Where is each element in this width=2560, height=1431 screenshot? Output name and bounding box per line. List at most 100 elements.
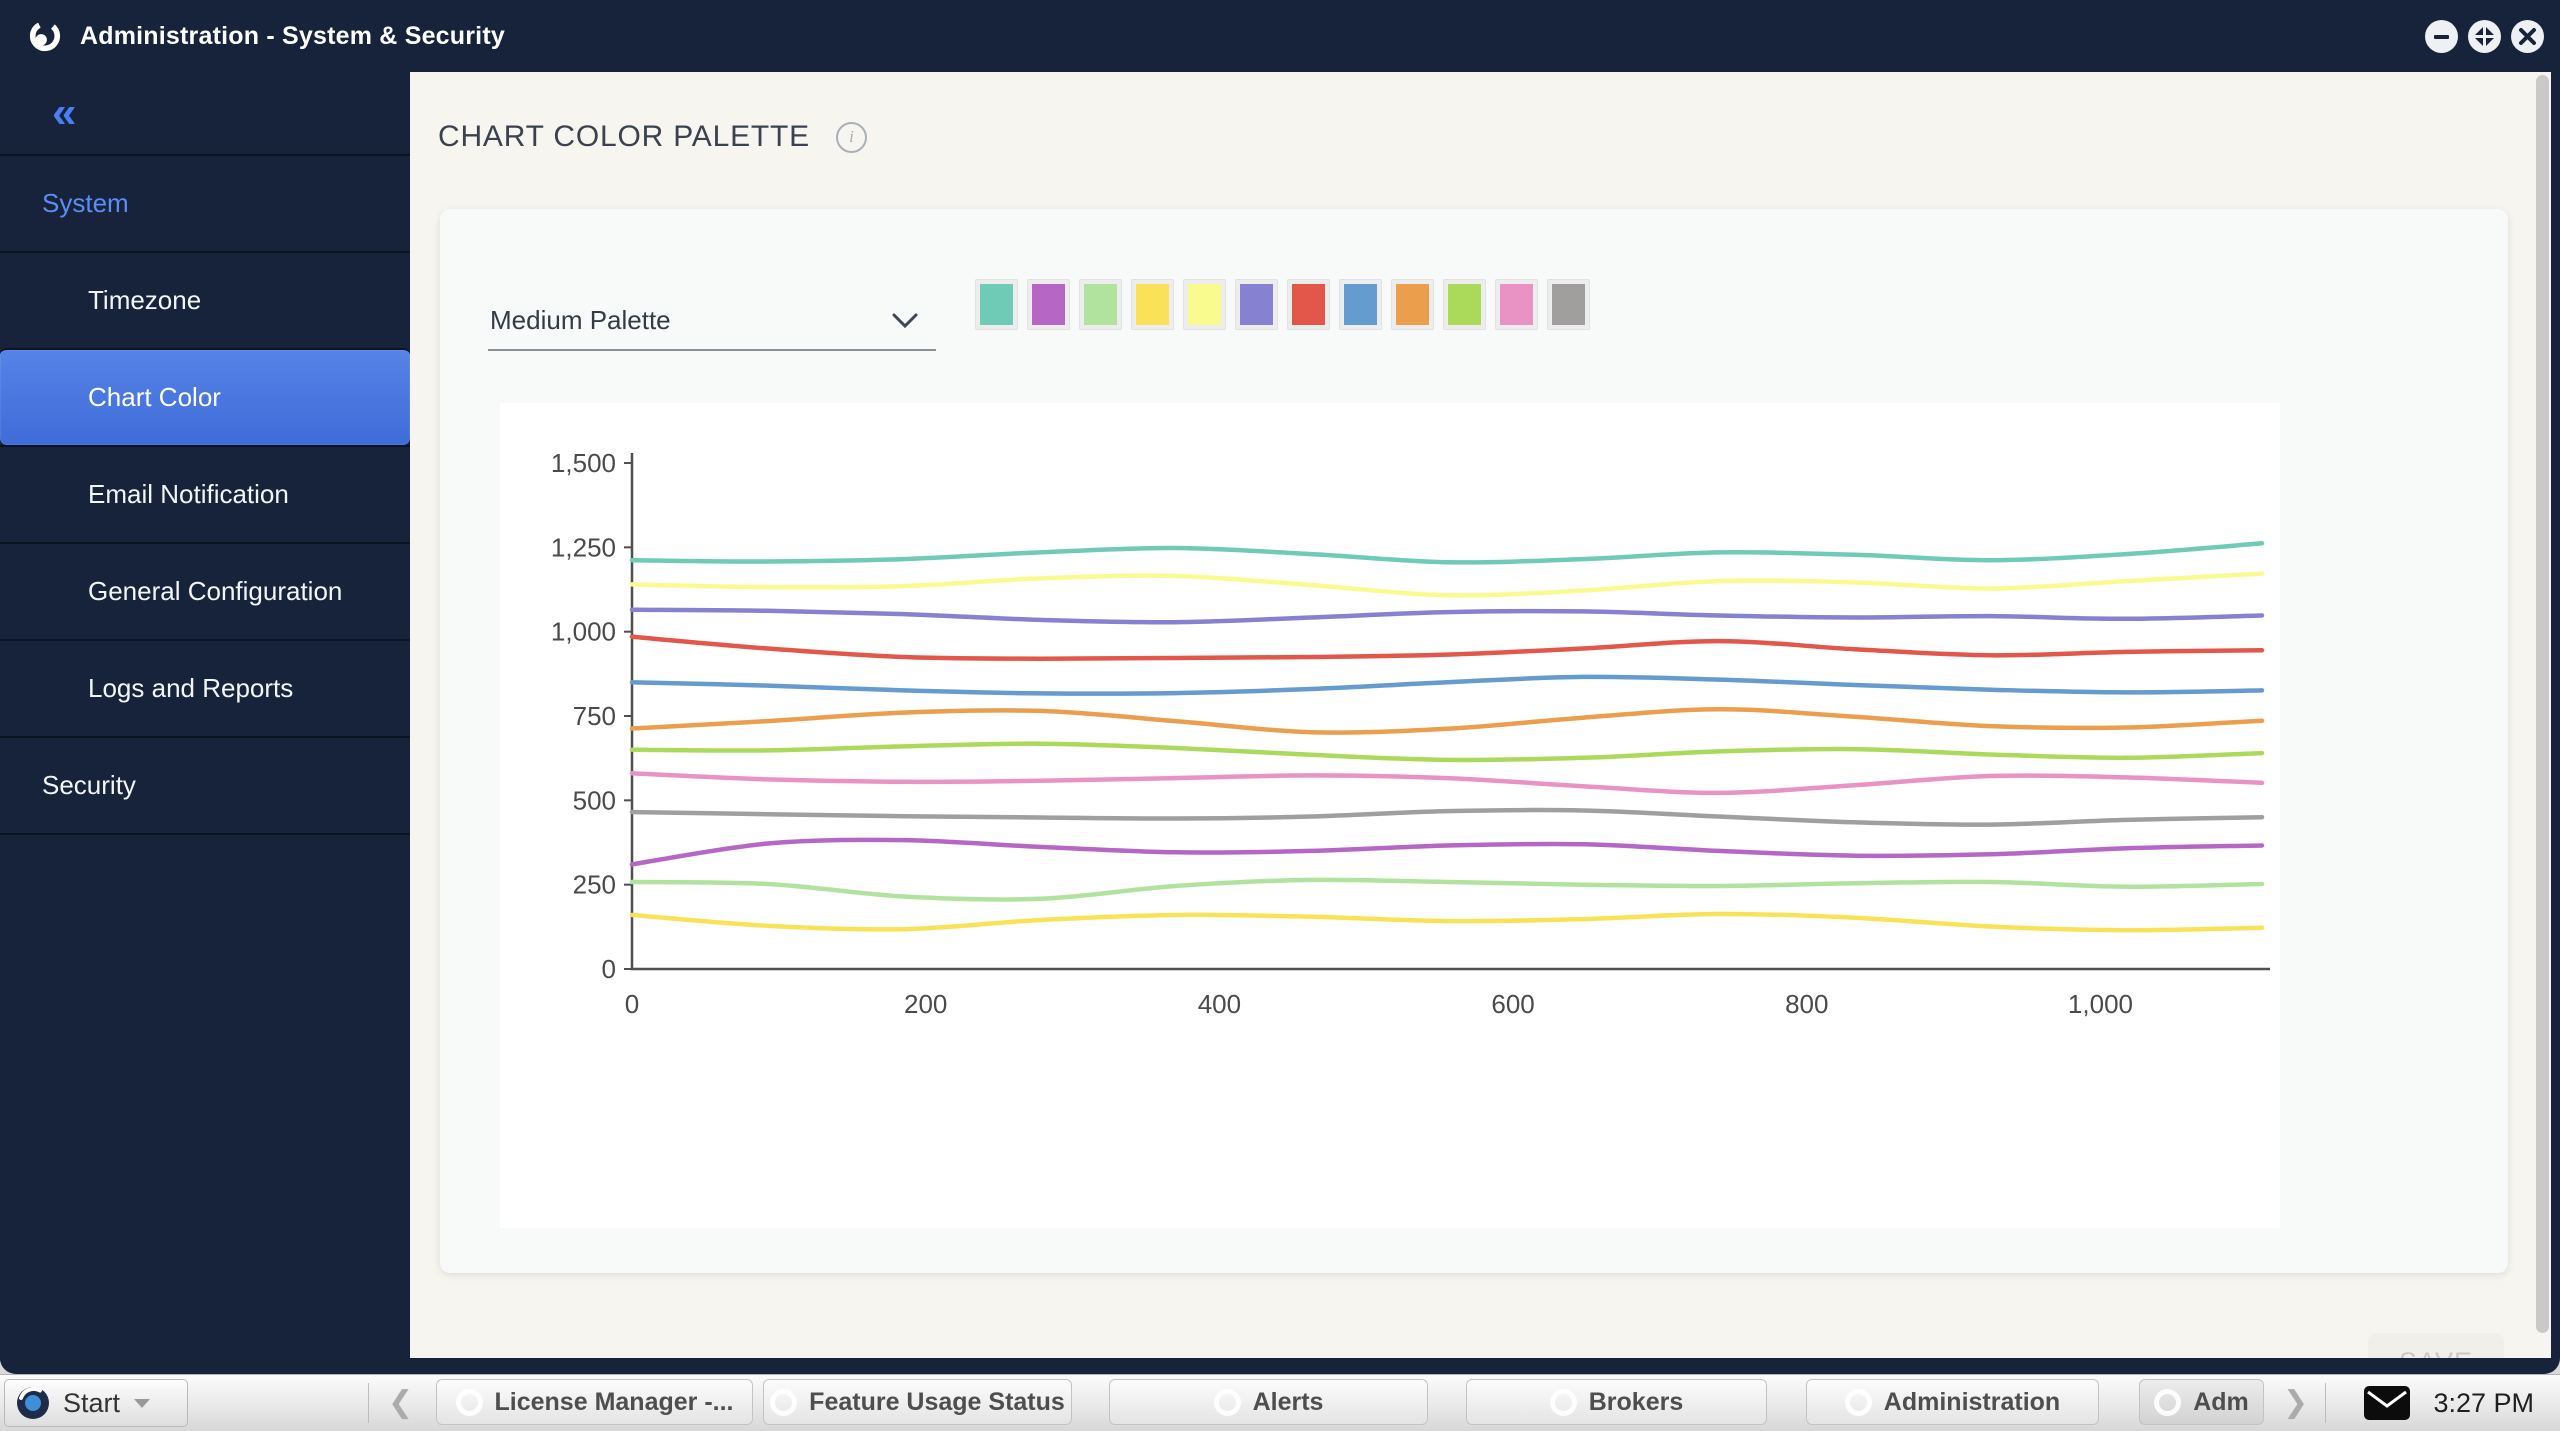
app-ghost-logo-icon	[2154, 1389, 2181, 1416]
y-tick-label: 1,500	[551, 448, 616, 478]
taskbar-button-label: License Manager -...	[495, 1388, 734, 1417]
sidebar-item-general-configuration[interactable]: General Configuration	[0, 542, 410, 639]
palette-select-value: Medium Palette	[490, 305, 671, 336]
chart-line-pink	[632, 773, 2262, 793]
palette-swatch-frame	[975, 279, 1018, 330]
palette-swatch-frame	[1235, 279, 1278, 330]
chart-line-blue	[632, 677, 2262, 694]
sidebar-item-security[interactable]: Security	[0, 736, 410, 833]
sidebar-item-system[interactable]: System	[0, 154, 410, 251]
chart-line-light-green	[632, 880, 2262, 900]
palette-swatch-frame	[1079, 279, 1122, 330]
palette-swatch-8	[1344, 284, 1377, 325]
taskbar-button-feature-usage-status[interactable]: Feature Usage Status	[763, 1379, 1072, 1425]
taskbar-clock: 3:27 PM	[2433, 1388, 2534, 1419]
chart-line-red	[632, 637, 2262, 659]
y-tick-label: 1,000	[551, 617, 616, 647]
taskbar-button-label: Administration	[1884, 1388, 2060, 1417]
app-ghost-logo-icon	[456, 1389, 483, 1416]
page-heading-row: CHART COLOR PALETTE i	[438, 120, 867, 154]
taskbar-separator	[368, 1383, 369, 1423]
taskbar: Start ❮ License Manager -... Feature Usag…	[0, 1374, 2560, 1431]
x-tick-label: 0	[625, 989, 639, 1019]
info-icon[interactable]: i	[836, 122, 867, 153]
app-logo-icon	[28, 19, 62, 53]
taskbar-button-label: Feature Usage Status	[809, 1388, 1065, 1417]
palette-swatch-11	[1500, 284, 1533, 325]
palette-swatch-row	[975, 279, 1590, 330]
palette-swatch-7	[1292, 284, 1325, 325]
taskbar-separator	[2325, 1383, 2326, 1423]
main-content: CHART COLOR PALETTE i Medium Palette 0 25…	[410, 72, 2551, 1358]
taskbar-button-adm[interactable]: Adm	[2139, 1379, 2264, 1425]
start-label: Start	[63, 1388, 120, 1419]
vertical-scrollbar-thumb[interactable]	[2536, 75, 2549, 1333]
page-title: CHART COLOR PALETTE	[438, 120, 810, 154]
palette-swatch-frame	[1339, 279, 1382, 330]
start-logo-icon	[15, 1385, 51, 1421]
palette-select-underline	[488, 349, 936, 351]
palette-swatch-frame	[1391, 279, 1434, 330]
palette-swatch-frame	[1183, 279, 1226, 330]
chart-line-periwinkle	[632, 610, 2262, 623]
app-ghost-logo-icon	[1550, 1389, 1577, 1416]
window-controls	[2425, 20, 2544, 53]
palette-swatch-6	[1240, 284, 1273, 325]
maximize-button[interactable]	[2468, 20, 2501, 53]
taskbar-button-license-manager[interactable]: License Manager -...	[436, 1379, 753, 1425]
minimize-button[interactable]	[2425, 20, 2458, 53]
sidebar-item-email-notification[interactable]: Email Notification	[0, 445, 410, 542]
palette-swatch-1	[980, 284, 1013, 325]
collapse-sidebar-icon[interactable]: «	[52, 93, 76, 133]
palette-swatch-3	[1084, 284, 1117, 325]
chart-axes	[632, 453, 2270, 969]
palette-select[interactable]: Medium Palette	[488, 297, 936, 349]
taskbar-button-label: Adm	[2193, 1388, 2249, 1417]
start-caret-icon	[134, 1399, 150, 1408]
y-tick-label: 500	[573, 785, 616, 815]
save-button[interactable]: SAVE	[2368, 1333, 2504, 1358]
x-tick-label: 600	[1491, 989, 1534, 1019]
chart-line-orchid	[632, 840, 2262, 865]
scroll-right-icon[interactable]: ❯	[2283, 1385, 2308, 1420]
palette-swatch-5	[1188, 284, 1221, 325]
start-button[interactable]: Start	[4, 1379, 188, 1427]
palette-swatch-2	[1032, 284, 1065, 325]
taskbar-button-alerts[interactable]: Alerts	[1109, 1379, 1428, 1425]
chart-line-yellow-green	[632, 744, 2262, 760]
close-icon[interactable]	[2511, 20, 2544, 53]
chart-canvas: 02505007501,0001,2501,50002004006008001,…	[500, 403, 2280, 1228]
x-tick-label: 1,000	[2068, 989, 2133, 1019]
palette-swatch-frame	[1443, 279, 1486, 330]
palette-swatch-frame	[1287, 279, 1330, 330]
chart-line-yellow	[632, 914, 2262, 930]
y-tick-label: 250	[573, 870, 616, 900]
sidebar-item-logs-and-reports[interactable]: Logs and Reports	[0, 639, 410, 736]
x-tick-label: 400	[1198, 989, 1241, 1019]
sidebar-divider	[0, 833, 410, 835]
chart-line-teal	[632, 543, 2262, 562]
chart-line-orange	[632, 709, 2262, 732]
sidebar-item-timezone[interactable]: Timezone	[0, 251, 410, 348]
sidebar: « SystemTimezoneChart ColorEmail Notific…	[0, 72, 410, 1368]
y-tick-label: 1,250	[551, 532, 616, 562]
chart-line-pale-yellow	[632, 574, 2262, 596]
palette-swatch-9	[1396, 284, 1429, 325]
app-window: Administration - System & Security « Sys…	[0, 0, 2560, 1374]
sidebar-item-chart-color[interactable]: Chart Color	[0, 348, 410, 445]
palette-swatch-10	[1448, 284, 1481, 325]
sidebar-nav: SystemTimezoneChart ColorEmail Notificat…	[0, 154, 410, 833]
window-title: Administration - System & Security	[80, 22, 505, 51]
y-tick-label: 750	[573, 701, 616, 731]
palette-swatch-frame	[1131, 279, 1174, 330]
taskbar-button-brokers[interactable]: Brokers	[1466, 1379, 1767, 1425]
system-tray: 3:27 PM	[2363, 1375, 2534, 1431]
taskbar-button-administration[interactable]: Administration	[1806, 1379, 2099, 1425]
palette-swatch-12	[1552, 284, 1585, 325]
scroll-left-icon[interactable]: ❮	[388, 1385, 413, 1420]
sidebar-collapse-row: «	[0, 72, 410, 154]
x-tick-label: 200	[904, 989, 947, 1019]
taskbar-button-label: Alerts	[1253, 1388, 1324, 1417]
chevron-down-icon	[892, 313, 918, 329]
mail-icon[interactable]	[2363, 1385, 2411, 1421]
